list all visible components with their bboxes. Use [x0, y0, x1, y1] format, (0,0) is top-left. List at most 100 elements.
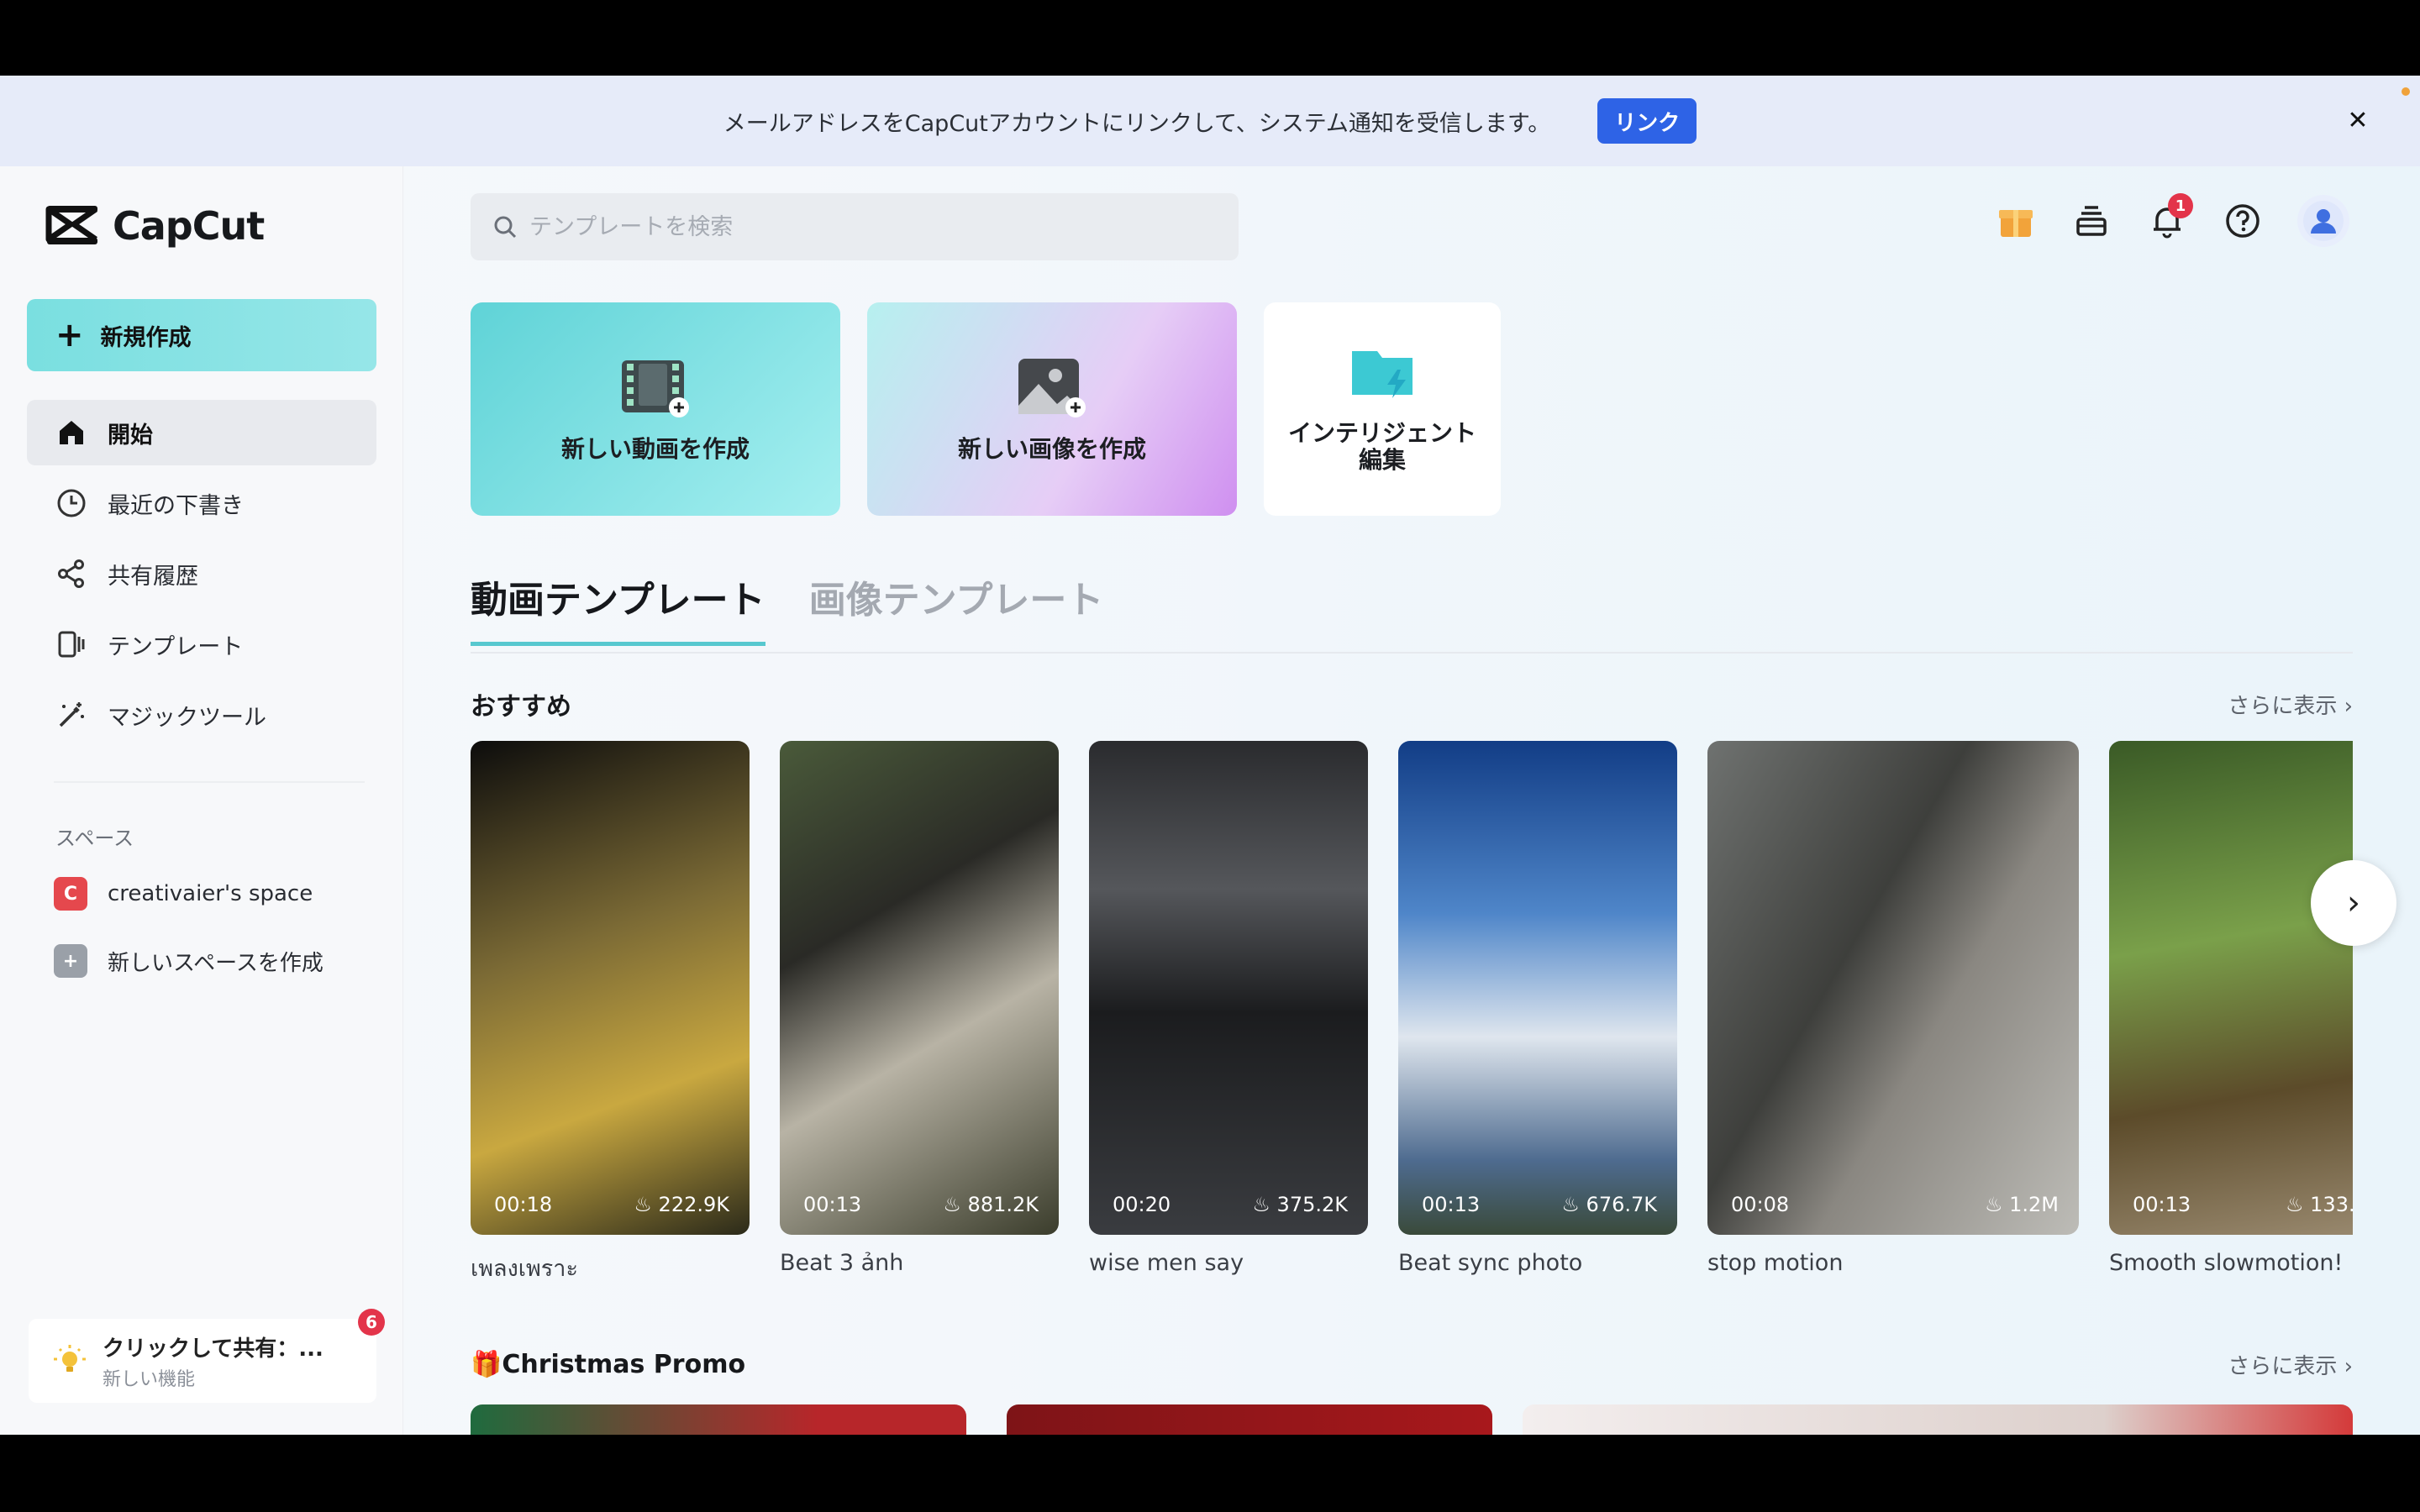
- template-views: ♨ 676.7K: [1561, 1193, 1657, 1216]
- template-thumbnail: 00:13 ♨ 133.7: [2109, 741, 2353, 1235]
- tab-video-templates[interactable]: 動画テンプレート: [471, 570, 765, 646]
- tab-divider: [471, 652, 2353, 654]
- sidebar-item-home[interactable]: 開始: [27, 400, 376, 465]
- template-search[interactable]: [471, 193, 1239, 260]
- template-thumbnail: 00:18 ♨ 222.9K: [471, 741, 750, 1235]
- user-avatar[interactable]: [2297, 195, 2349, 247]
- notification-badge: 1: [2168, 193, 2193, 218]
- sidebar-item-label: 共有履歴: [108, 563, 198, 590]
- space-list: C creativaier's space + 新しいスペースを作成: [27, 860, 376, 995]
- template-views: ♨ 375.2K: [1252, 1193, 1348, 1216]
- smart-edit-icon: [1352, 350, 1413, 398]
- template-views: ♨ 881.2K: [943, 1193, 1039, 1216]
- cursor-icon: ✕: [2347, 106, 2369, 135]
- new-video-card[interactable]: 新しい動画を作成: [471, 302, 840, 516]
- see-more-label: さらに表示: [2228, 1354, 2338, 1379]
- capcut-app: メールアドレスをCapCutアカウントにリンクして、システム通知を受信します。 …: [0, 76, 2420, 1435]
- lightbulb-icon: [54, 1345, 86, 1372]
- search-input[interactable]: [529, 213, 1218, 240]
- sidebar-item-label: テンプレート: [108, 633, 244, 660]
- see-more-label: さらに表示: [2228, 693, 2338, 719]
- promo-header: 🎁Christmas Promo さらに表示 ›: [471, 1349, 2353, 1380]
- views-count: 375.2K: [1276, 1193, 1348, 1216]
- link-email-banner: メールアドレスをCapCutアカウントにリンクして、システム通知を受信します。 …: [0, 76, 2420, 166]
- template-views: ♨ 133.7: [2286, 1193, 2353, 1216]
- sidebar-divider: [54, 781, 365, 783]
- views-count: 222.9K: [658, 1193, 729, 1216]
- plus-icon: +: [55, 316, 84, 354]
- new-project-label: 新規作成: [100, 324, 192, 351]
- add-space-icon: +: [54, 944, 87, 978]
- sidebar-item-label: 最近の下書き: [108, 492, 244, 519]
- template-card[interactable]: 00:13 ♨ 676.7K Beat sync photo: [1398, 741, 1677, 1276]
- new-image-card[interactable]: 新しい画像を作成: [867, 302, 1237, 516]
- template-title: เพลงเพราะ: [471, 1256, 578, 1278]
- template-views: ♨ 222.9K: [634, 1193, 729, 1216]
- space-avatar: C: [54, 877, 87, 911]
- promo-card[interactable]: [1523, 1404, 2353, 1435]
- capcut-logo[interactable]: CapCut: [45, 203, 265, 249]
- layers-icon[interactable]: [2070, 200, 2112, 242]
- link-button[interactable]: リンク: [1597, 98, 1697, 144]
- intelligent-edit-card[interactable]: インテリジェント 編集: [1264, 302, 1501, 516]
- template-tabs: 動画テンプレート 画像テンプレート: [471, 570, 1103, 646]
- film-plus-icon: [622, 360, 689, 417]
- template-card[interactable]: 00:08 ♨ 1.2M stop motion: [1707, 741, 2079, 1276]
- capcut-logo-icon: [45, 206, 97, 244]
- share-icon: [55, 558, 87, 590]
- template-duration: 00:18: [494, 1193, 553, 1216]
- help-icon[interactable]: [2222, 200, 2264, 242]
- gift-icon[interactable]: [1995, 200, 2037, 242]
- template-title: stop motion: [1707, 1250, 1844, 1276]
- template-title: Beat 3 ảnh: [780, 1250, 904, 1276]
- new-project-button[interactable]: + 新規作成: [27, 299, 376, 371]
- template-title: Beat sync photo: [1398, 1250, 1583, 1276]
- sidebar-item-magic-tools[interactable]: マジックツール: [27, 682, 376, 748]
- space-label: 新しいスペースを作成: [108, 950, 324, 976]
- template-card[interactable]: 00:13 ♨ 133.7 Smooth slowmotion!: [2109, 741, 2353, 1276]
- sidebar-item-templates[interactable]: テンプレート: [27, 612, 376, 677]
- new-feature-tip[interactable]: クリックして共有：... 新しい機能 6: [29, 1309, 385, 1403]
- promo-card[interactable]: [471, 1404, 966, 1435]
- recommended-header: おすすめ さらに表示 ›: [471, 685, 2353, 722]
- sidebar-item-label: 開始: [108, 422, 153, 449]
- promo-card[interactable]: [1007, 1404, 1492, 1435]
- image-plus-icon: [1018, 358, 1086, 417]
- magic-wand-icon: [55, 699, 87, 731]
- carousel-next-button[interactable]: ›: [2311, 860, 2396, 946]
- recommended-see-more[interactable]: さらに表示 ›: [2228, 689, 2353, 720]
- template-thumbnail: 00:13 ♨ 676.7K: [1398, 741, 1677, 1235]
- template-card[interactable]: 00:18 ♨ 222.9K เพลงเพราะ: [471, 741, 750, 1278]
- main-content: 1 新しい動画を作成: [403, 166, 2420, 1435]
- space-label: creativaier's space: [108, 881, 313, 906]
- sidebar-item-recent-drafts[interactable]: 最近の下書き: [27, 470, 376, 536]
- sidebar-nav: 開始 最近の下書き 共有履歴 テンプレート マジックツール: [27, 400, 376, 753]
- create-space-button[interactable]: + 新しいスペースを作成: [27, 927, 376, 995]
- new-video-label: 新しい動画を作成: [560, 434, 750, 463]
- tip-subtitle: 新しい機能: [103, 1368, 196, 1390]
- status-dot: [2402, 87, 2410, 96]
- user-icon: [2303, 201, 2344, 241]
- screen-bottom-border: [0, 1435, 2420, 1512]
- template-duration: 00:13: [2133, 1193, 2191, 1216]
- tab-image-templates[interactable]: 画像テンプレート: [809, 570, 1104, 646]
- template-title: Smooth slowmotion!: [2109, 1250, 2344, 1276]
- space-item-creativaier[interactable]: C creativaier's space: [27, 860, 376, 927]
- notification-bell-icon[interactable]: 1: [2146, 193, 2193, 242]
- intelligent-edit-label: インテリジェント 編集: [1287, 418, 1476, 474]
- promo-title: 🎁Christmas Promo: [471, 1350, 746, 1379]
- template-card[interactable]: 00:20 ♨ 375.2K wise men say: [1089, 741, 1368, 1276]
- sidebar-item-label: マジックツール: [108, 704, 266, 731]
- space-heading: スペース: [55, 827, 134, 850]
- views-count: 1.2M: [2009, 1193, 2059, 1216]
- sidebar-item-share-history[interactable]: 共有履歴: [27, 541, 376, 606]
- template-duration: 00:13: [803, 1193, 862, 1216]
- promo-see-more[interactable]: さらに表示 ›: [2228, 1349, 2353, 1380]
- chevron-right-icon: ›: [2347, 884, 2360, 922]
- views-count: 881.2K: [967, 1193, 1039, 1216]
- template-card[interactable]: 00:13 ♨ 881.2K Beat 3 ảnh: [780, 741, 1059, 1276]
- sidebar: CapCut + 新規作成 開始 最近の下書き 共有履歴 テンプレート マジック…: [0, 166, 403, 1435]
- banner-text: メールアドレスをCapCutアカウントにリンクして、システム通知を受信します。: [723, 110, 1551, 137]
- new-image-label: 新しい画像を作成: [957, 434, 1146, 463]
- template-icon: [55, 628, 87, 660]
